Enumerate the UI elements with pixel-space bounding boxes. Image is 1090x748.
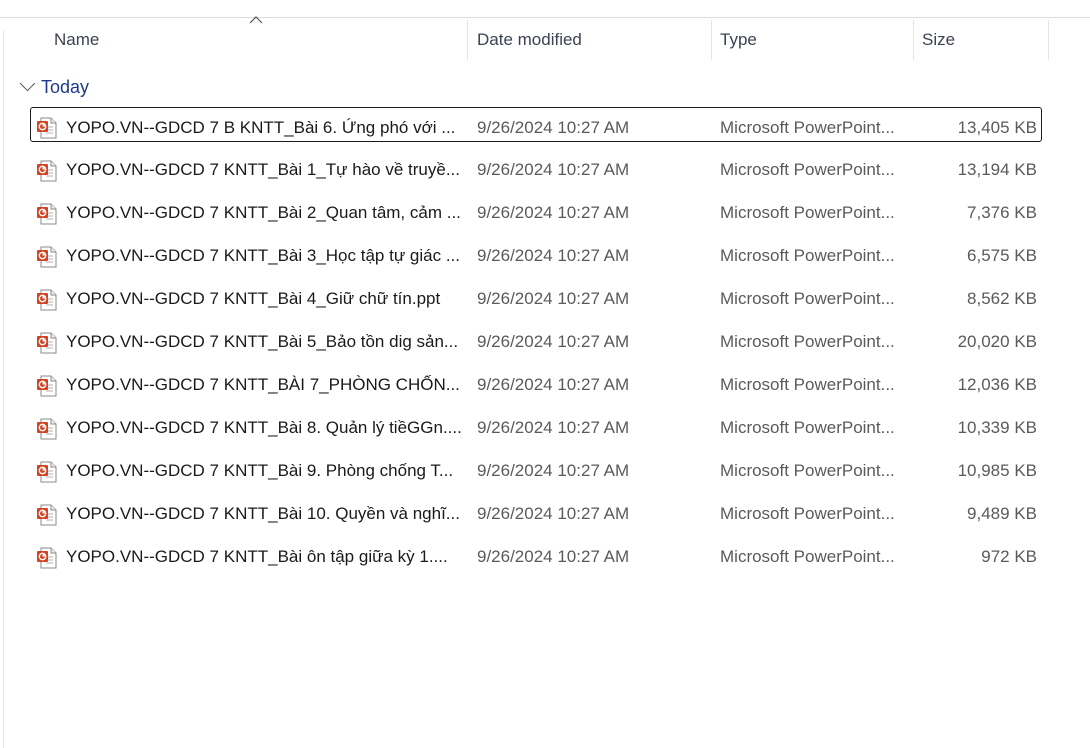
file-row[interactable]: YOPO.VN--GDCD 7 KNTT_Bài 8. Quản lý tiềG… [0,407,1090,450]
file-size: 6,575 KB [967,246,1037,265]
file-type: Microsoft PowerPoint... [720,246,895,265]
file-name[interactable]: YOPO.VN--GDCD 7 KNTT_Bài 9. Phòng chống … [66,449,461,492]
file-size: 10,339 KB [957,418,1037,437]
file-date-modified: 9/26/2024 10:27 AM [477,504,630,523]
file-name[interactable]: YOPO.VN--GDCD 7 KNTT_Bài 5_Bảo tồn dig s… [66,320,461,363]
file-size: 13,194 KB [957,160,1037,179]
file-row[interactable]: YOPO.VN--GDCD 7 B KNTT_Bài 6. Ứng phó vớ… [0,106,1090,149]
powerpoint-file-icon [36,289,58,311]
file-date-modified: 9/26/2024 10:27 AM [477,289,630,308]
file-size: 8,562 KB [967,289,1037,308]
file-type: Microsoft PowerPoint... [720,118,895,137]
file-name[interactable]: YOPO.VN--GDCD 7 B KNTT_Bài 6. Ứng phó vớ… [66,106,461,149]
powerpoint-file-icon [36,504,58,526]
file-size: 7,376 KB [967,203,1037,222]
file-date-modified: 9/26/2024 10:27 AM [477,547,630,566]
top-divider [0,17,1090,18]
column-header-row: Name Date modified Type Size [0,20,1090,60]
file-name[interactable]: YOPO.VN--GDCD 7 KNTT_Bài 1_Tự hào về tru… [66,148,461,191]
file-type: Microsoft PowerPoint... [720,504,895,523]
file-date-modified: 9/26/2024 10:27 AM [477,461,630,480]
file-row[interactable]: YOPO.VN--GDCD 7 KNTT_Bài 10. Quyền và ng… [0,493,1090,536]
file-size: 20,020 KB [957,332,1037,351]
file-row[interactable]: YOPO.VN--GDCD 7 KNTT_Bài 2_Quan tâm, cảm… [0,192,1090,235]
powerpoint-file-icon [36,117,58,139]
file-size: 10,985 KB [957,461,1037,480]
file-type: Microsoft PowerPoint... [720,332,895,351]
file-date-modified: 9/26/2024 10:27 AM [477,332,630,351]
group-header-today[interactable]: Today [19,75,90,99]
file-list: YOPO.VN--GDCD 7 B KNTT_Bài 6. Ứng phó vớ… [0,106,1090,579]
file-name[interactable]: YOPO.VN--GDCD 7 KNTT_Bài 2_Quan tâm, cảm… [66,191,461,234]
file-name[interactable]: YOPO.VN--GDCD 7 KNTT_BÀI 7_PHÒNG CHỐN... [66,363,461,406]
file-name[interactable]: YOPO.VN--GDCD 7 KNTT_Bài ôn tập giữa kỳ … [66,535,461,578]
powerpoint-file-icon [36,246,58,268]
file-date-modified: 9/26/2024 10:27 AM [477,203,630,222]
powerpoint-file-icon [36,418,58,440]
powerpoint-file-icon [36,203,58,225]
file-name[interactable]: YOPO.VN--GDCD 7 KNTT_Bài 3_Học tập tự gi… [66,234,461,277]
column-header-name[interactable]: Name [46,20,468,60]
file-date-modified: 9/26/2024 10:27 AM [477,246,630,265]
file-size: 972 KB [981,547,1037,566]
file-row[interactable]: YOPO.VN--GDCD 7 KNTT_BÀI 7_PHÒNG CHỐN...… [0,364,1090,407]
file-size: 9,489 KB [967,504,1037,523]
chevron-down-icon[interactable] [19,75,36,92]
column-header-type[interactable]: Type [712,20,914,60]
file-type: Microsoft PowerPoint... [720,418,895,437]
file-row[interactable]: YOPO.VN--GDCD 7 KNTT_Bài 5_Bảo tồn dig s… [0,321,1090,364]
file-name[interactable]: YOPO.VN--GDCD 7 KNTT_Bài 4_Giữ chữ tín.p… [66,277,461,320]
file-date-modified: 9/26/2024 10:27 AM [477,375,630,394]
group-label: Today [41,77,90,97]
file-row[interactable]: YOPO.VN--GDCD 7 KNTT_Bài 3_Học tập tự gi… [0,235,1090,278]
file-row[interactable]: YOPO.VN--GDCD 7 KNTT_Bài 9. Phòng chống … [0,450,1090,493]
file-row[interactable]: YOPO.VN--GDCD 7 KNTT_Bài 4_Giữ chữ tín.p… [0,278,1090,321]
powerpoint-file-icon [36,332,58,354]
powerpoint-file-icon [36,160,58,182]
file-type: Microsoft PowerPoint... [720,160,895,179]
powerpoint-file-icon [36,375,58,397]
file-size: 12,036 KB [957,375,1037,394]
file-type: Microsoft PowerPoint... [720,461,895,480]
file-type: Microsoft PowerPoint... [720,547,895,566]
column-header-size[interactable]: Size [914,20,1049,60]
file-type: Microsoft PowerPoint... [720,375,895,394]
file-name[interactable]: YOPO.VN--GDCD 7 KNTT_Bài 10. Quyền và ng… [66,492,461,535]
file-type: Microsoft PowerPoint... [720,289,895,308]
powerpoint-file-icon [36,547,58,569]
file-date-modified: 9/26/2024 10:27 AM [477,418,630,437]
powerpoint-file-icon [36,461,58,483]
column-header-date-modified[interactable]: Date modified [469,20,712,60]
file-row[interactable]: YOPO.VN--GDCD 7 KNTT_Bài 1_Tự hào về tru… [0,149,1090,192]
file-size: 13,405 KB [957,118,1037,137]
file-date-modified: 9/26/2024 10:27 AM [477,160,630,179]
file-date-modified: 9/26/2024 10:27 AM [477,118,630,137]
file-row[interactable]: YOPO.VN--GDCD 7 KNTT_Bài ôn tập giữa kỳ … [0,536,1090,579]
file-type: Microsoft PowerPoint... [720,203,895,222]
file-name[interactable]: YOPO.VN--GDCD 7 KNTT_Bài 8. Quản lý tiềG… [66,406,461,449]
